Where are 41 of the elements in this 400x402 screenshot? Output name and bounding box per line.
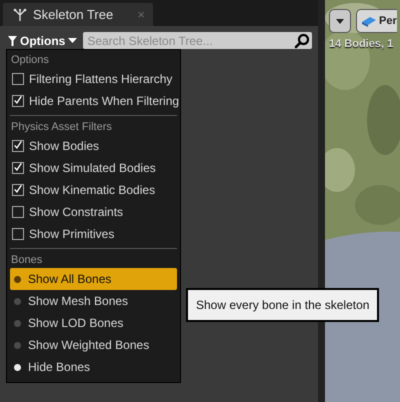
tab-title: Skeleton Tree [33, 7, 114, 22]
caret-icon [336, 18, 344, 24]
section-heading: Physics Asset Filters [10, 120, 113, 135]
panel-tab[interactable]: Skeleton Tree × [3, 3, 153, 26]
filter-icon [8, 36, 17, 46]
checkbox[interactable] [12, 184, 24, 196]
menu-radio-item[interactable]: Hide Bones [10, 356, 177, 378]
caret-icon [68, 38, 78, 43]
menu-checkbox-item[interactable]: Filtering Flattens Hierarchy [10, 68, 177, 90]
radio-dot[interactable] [14, 298, 21, 304]
radio-dot[interactable] [14, 320, 21, 326]
radio-dot[interactable] [14, 364, 21, 370]
menu-radio-item[interactable]: Show Weighted Bones [10, 334, 177, 356]
section-heading: Options [10, 53, 50, 68]
viewport-menu-button[interactable] [329, 9, 351, 33]
checkbox[interactable] [12, 162, 24, 174]
options-dropdown[interactable]: Options [6, 34, 80, 48]
menu-checkbox-item[interactable]: Show Bodies [10, 135, 177, 157]
checkbox[interactable] [12, 206, 24, 218]
menu-checkbox-item[interactable]: Show Simulated Bodies [10, 157, 177, 179]
tooltip: Show every bone in the skeleton [186, 288, 380, 322]
search-icon [294, 33, 310, 49]
checkbox[interactable] [12, 140, 24, 152]
radio-dot[interactable] [14, 276, 21, 282]
stats-text: 14 Bodies, 1 [329, 38, 394, 50]
menu-radio-item[interactable]: Show Mesh Bones [10, 290, 177, 312]
view-mode-button[interactable]: Per [356, 9, 397, 33]
radio-dot[interactable] [14, 342, 21, 348]
checkbox[interactable] [12, 73, 24, 85]
cube-icon [361, 15, 377, 27]
menu-checkbox-item[interactable]: Show Primitives [10, 223, 177, 245]
search-field[interactable]: Search Skeleton Tree... [83, 32, 312, 49]
bone-tree-icon [13, 8, 27, 22]
section-heading: Bones [10, 253, 44, 268]
menu-radio-item[interactable]: Show All Bones [10, 268, 177, 290]
menu-checkbox-item[interactable]: Hide Parents When Filtering [10, 90, 177, 112]
menu-checkbox-item[interactable]: Show Constraints [10, 201, 177, 223]
checkbox[interactable] [12, 95, 24, 107]
menu-radio-item[interactable]: Show LOD Bones [10, 312, 177, 334]
menu-checkbox-item[interactable]: Show Kinematic Bodies [10, 179, 177, 201]
checkbox[interactable] [12, 228, 24, 240]
